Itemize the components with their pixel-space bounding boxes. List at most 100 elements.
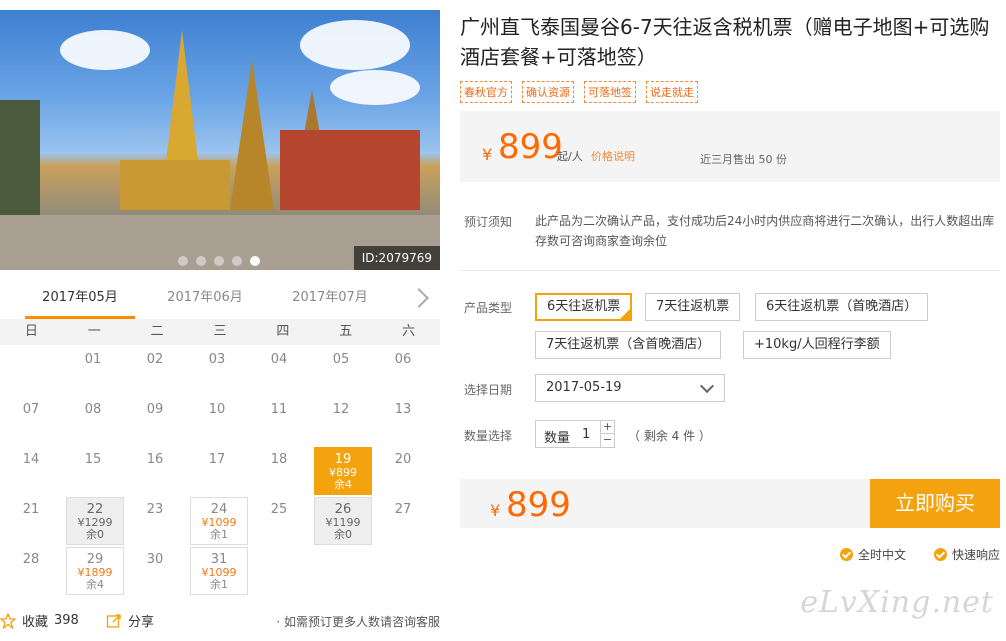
notice-label: 预订须知 (464, 215, 513, 229)
calendar-day: 18 (248, 445, 310, 495)
calendar-day (310, 545, 372, 595)
divider (460, 270, 1000, 271)
day-number: 31 (210, 552, 228, 567)
badge-chinese: 全时中文 (840, 546, 906, 563)
day-number: 30 (146, 552, 164, 567)
calendar-grid: 01 02 03 04 05 06 07 08 09 10 11 12 13 14 15 16 17 18 19 ¥8… (0, 345, 440, 595)
calendar-day: 25 (248, 495, 310, 545)
calendar-week: 01 02 03 04 05 06 (0, 345, 440, 395)
priced-day[interactable]: 31 ¥1099 余1 (190, 547, 248, 595)
day-remaining: 余1 (210, 528, 228, 541)
weekday: 四 (276, 324, 290, 339)
price-explain-link[interactable]: 价格说明 (591, 148, 635, 164)
calendar-day (372, 545, 434, 595)
calendar-day: 13 (372, 395, 434, 445)
temple-spire (230, 60, 274, 210)
carousel-dot[interactable] (232, 256, 242, 266)
chevron-right-icon[interactable] (409, 288, 429, 308)
tab-month-3[interactable]: 2017年07月 (275, 283, 385, 319)
day-remaining: 余1 (210, 578, 228, 591)
priced-day[interactable]: 22 ¥1299 余0 (66, 497, 124, 545)
product-image[interactable]: ID:2079769 (0, 10, 440, 270)
price-box: ¥ 899 起/人 价格说明 近三月售出 50 份 (460, 111, 1000, 182)
calendar-day: 11 (248, 395, 310, 445)
calendar-day: 28 (0, 545, 62, 595)
day-number: 22 (86, 502, 104, 517)
tag: 说走就走 (646, 81, 698, 103)
day-number: 08 (84, 402, 102, 417)
tab-month-1[interactable]: 2017年05月 (25, 283, 135, 319)
calendar-day: 02 (124, 345, 186, 395)
tag: 春秋官方 (460, 81, 512, 103)
day-number: 14 (22, 452, 40, 467)
share-label: 分享 (128, 615, 155, 630)
tab-month-2[interactable]: 2017年06月 (150, 283, 260, 319)
day-number: 18 (270, 452, 288, 467)
day-number: 24 (210, 502, 228, 517)
weekday: 日 (24, 324, 38, 339)
calendar-day[interactable]: 31 ¥1099 余1 (186, 545, 248, 595)
day-number: 23 (146, 502, 164, 517)
option-type-2[interactable]: 7天往返机票 (645, 293, 741, 321)
decrement-button[interactable]: − (600, 434, 614, 447)
quantity-stepper[interactable]: 数量 1 + − (535, 420, 615, 448)
day-number: 29 (86, 552, 104, 567)
day-number: 16 (146, 452, 164, 467)
calendar-day[interactable]: 24 ¥1099 余1 (186, 495, 248, 545)
calendar-day: 21 (0, 495, 62, 545)
carousel-dot[interactable] (178, 256, 188, 266)
priced-day[interactable]: 26 ¥1199 余0 (314, 497, 372, 545)
calendar-day[interactable]: 26 ¥1199 余0 (310, 495, 372, 545)
currency-symbol: ¥ (482, 145, 493, 164)
type-label: 产品类型 (464, 301, 513, 315)
option-type-1[interactable]: 6天往返机票 (535, 293, 633, 321)
calendar-day: 30 (124, 545, 186, 595)
carousel-dot[interactable] (214, 256, 224, 266)
day-number: 15 (84, 452, 102, 467)
price-value: 899 (498, 127, 563, 167)
image-id-label: ID:2079769 (353, 246, 440, 270)
buy-bar: ¥ 899 立即购买 (460, 479, 1000, 528)
weekday: 六 (402, 324, 416, 339)
carousel-dot[interactable] (196, 256, 206, 266)
option-type-3[interactable]: 6天往返机票（首晚酒店） (755, 293, 929, 321)
calendar-day: 12 (310, 395, 372, 445)
carousel-dot-active[interactable] (250, 256, 260, 266)
share-button[interactable]: 分享 (106, 611, 154, 630)
calendar-day: 08 (62, 395, 124, 445)
day-remaining: 余4 (86, 578, 104, 591)
temple-body (120, 160, 230, 210)
calendar-day: 04 (248, 345, 310, 395)
calendar-day[interactable]: 22 ¥1299 余0 (62, 495, 124, 545)
option-type-5[interactable]: +10kg/人回程行李额 (743, 331, 891, 359)
day-number: 09 (146, 402, 164, 417)
calendar-week: 28 29 ¥1899 余4 30 31 ¥1099 余1 (0, 545, 440, 595)
badge-label: 快速响应 (952, 548, 1001, 562)
day-number: 19 (334, 452, 352, 467)
calendar-day: 10 (186, 395, 248, 445)
favorite-button[interactable]: 收藏 398 (0, 611, 79, 630)
quantity-value[interactable]: 1 (582, 427, 590, 442)
date-select[interactable]: 2017-05-19 (535, 374, 725, 402)
calendar-week: 14 15 16 17 18 19 ¥899 余4 20 (0, 445, 440, 495)
product-tags: 春秋官方 确认资源 可落地签 说走就走 (460, 81, 698, 103)
favorite-count: 398 (54, 613, 79, 628)
weekday: 三 (213, 324, 227, 339)
day-number: 01 (84, 352, 102, 367)
calendar-day (248, 545, 310, 595)
calendar-day: 06 (372, 345, 434, 395)
option-type-4[interactable]: 7天往返机票（含首晚酒店） (535, 331, 722, 359)
sky-cloud (330, 70, 420, 105)
priced-day[interactable]: 24 ¥1099 余1 (190, 497, 248, 545)
calendar-day[interactable]: 29 ¥1899 余4 (62, 545, 124, 595)
buy-now-button[interactable]: 立即购买 (870, 479, 1000, 528)
selected-day[interactable]: 19 ¥899 余4 (314, 447, 372, 495)
image-footer: 收藏 398 分享 · 如需预订更多人数请咨询客服 (0, 607, 440, 633)
star-icon (0, 612, 16, 629)
priced-day[interactable]: 29 ¥1899 余4 (66, 547, 124, 595)
day-number: 17 (208, 452, 226, 467)
day-number: 05 (332, 352, 350, 367)
calendar-day[interactable]: 19 ¥899 余4 (310, 445, 372, 495)
date-label: 选择日期 (464, 383, 513, 397)
sky-cloud (300, 20, 410, 70)
